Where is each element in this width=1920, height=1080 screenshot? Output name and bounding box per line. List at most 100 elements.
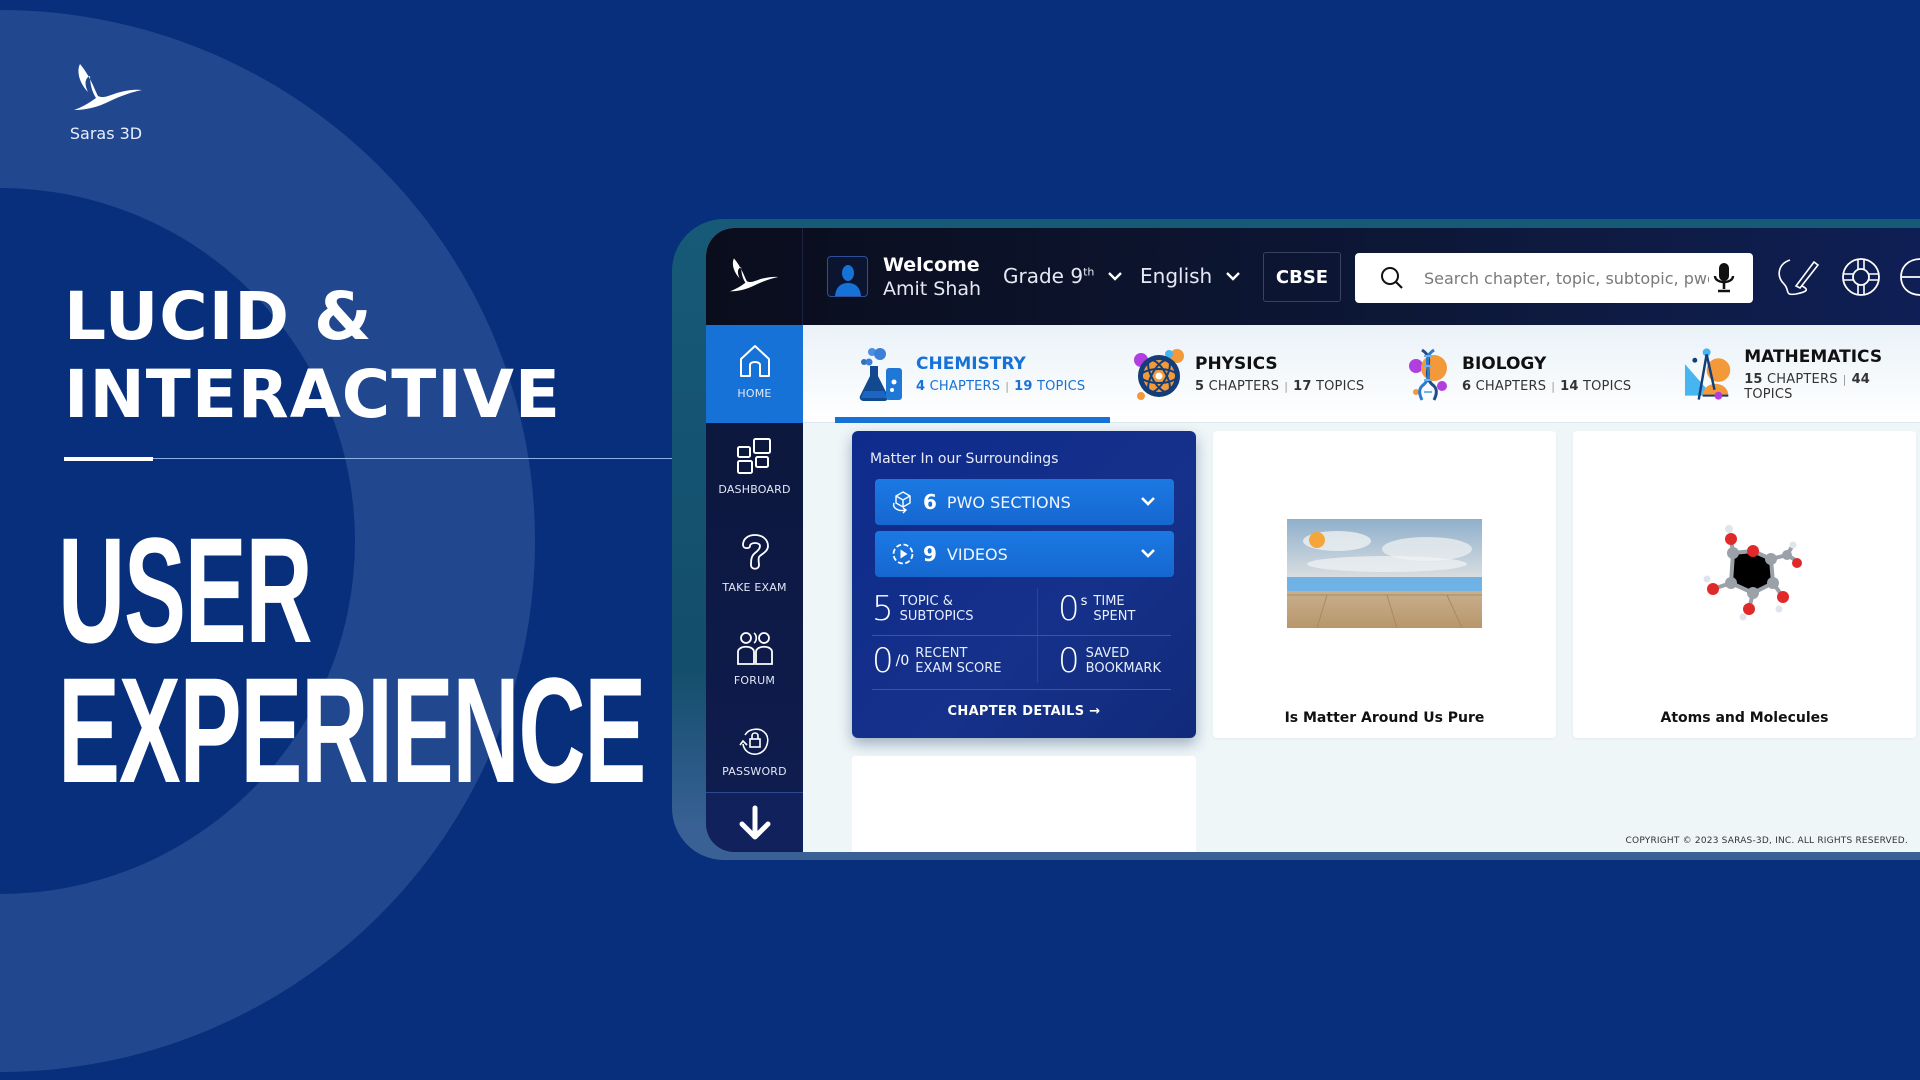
copyright-notice: COPYRIGHT © 2023 SARAS-3D, INC. ALL RIGH… — [1625, 836, 1908, 846]
stat-label-line-1: RECENT — [915, 646, 968, 661]
videos-label: VIDEOS — [946, 544, 1008, 564]
lock-reset-icon — [738, 728, 768, 755]
pwo-sections-dropdown[interactable]: 6 PWO SECTIONS — [875, 479, 1174, 525]
stat-value: 0 — [872, 641, 894, 681]
stat-topics: 5 TOPIC & SUBTOPICS — [872, 592, 974, 626]
lifebuoy-help-icon[interactable] — [1840, 256, 1882, 298]
home-icon — [739, 345, 770, 377]
question-icon — [741, 534, 769, 570]
tab-chemistry[interactable]: CHEMISTRY 4 CHAPTERS | 19 TOPICS — [858, 325, 1085, 423]
chapter-details-link[interactable]: CHAPTER DETAILS → — [852, 704, 1196, 719]
subject-name: BIOLOGY — [1462, 354, 1547, 374]
chapter-details-label: CHAPTER DETAILS — [947, 704, 1085, 719]
sidebar-item-forum[interactable]: FORUM — [706, 630, 803, 687]
stat-label-line-1: TOPIC & — [899, 594, 953, 609]
chevron-down-icon — [1108, 271, 1123, 281]
chapters-label: CHAPTERS — [1208, 379, 1280, 394]
search-input[interactable] — [1424, 268, 1709, 288]
stats-divider — [872, 635, 1171, 636]
globe-icon[interactable] — [1899, 256, 1920, 298]
ux-title-line-1: USER — [58, 506, 313, 674]
subject-meta: 15 CHAPTERS | 44 TOPICS — [1744, 372, 1920, 402]
topic-count: 17 — [1293, 379, 1312, 394]
user-icon — [834, 265, 861, 296]
grade-dropdown[interactable]: Grade 9th — [1003, 264, 1123, 288]
sidebar-scroll-down[interactable] — [706, 792, 803, 852]
ux-title-line-2: EXPERIENCE — [58, 646, 646, 814]
board-button[interactable]: CBSE — [1263, 252, 1341, 302]
chapter-title: Matter In our Surroundings — [870, 451, 1059, 467]
top-bar: Welcome Amit Shah Grade 9th English CBSE — [706, 228, 1920, 325]
biology-dna-icon — [1409, 348, 1447, 401]
videos-dropdown[interactable]: 9 VIDEOS — [875, 531, 1174, 577]
stat-label-line-1: SAVED — [1085, 646, 1130, 661]
stat-bookmarks: 0 SAVED BOOKMARK — [1058, 644, 1161, 678]
chapter-count: 15 — [1744, 371, 1763, 387]
subject-meta: 5 CHAPTERS | 17 TOPICS — [1195, 379, 1364, 394]
stat-label: TIME SPENT — [1093, 594, 1135, 624]
grade-suffix: th — [1083, 265, 1095, 279]
tab-biology[interactable]: BIOLOGY 6 CHAPTERS | 14 TOPICS — [1408, 325, 1631, 423]
brand-name: Saras 3D — [69, 124, 143, 143]
chapters-label: CHAPTERS — [1767, 371, 1838, 387]
app-logo[interactable] — [706, 228, 803, 325]
physics-atom-icon — [1134, 349, 1184, 400]
subject-name: PHYSICS — [1195, 354, 1278, 374]
stat-label-line-2: SPENT — [1093, 609, 1136, 624]
play-video-icon — [892, 543, 914, 565]
chapter-thumbnail-beach — [1287, 519, 1482, 628]
forum-icon — [736, 632, 773, 665]
sidebar-item-dashboard[interactable]: DASHBOARD — [706, 437, 803, 496]
pwo-count: 6 — [923, 490, 937, 514]
chapter-tile[interactable]: Atoms and Molecules — [1573, 431, 1916, 738]
language-dropdown[interactable]: English — [1140, 264, 1241, 288]
grade-label: Grade 9 — [1003, 264, 1084, 288]
stat-time-spent: 0 s TIME SPENT — [1058, 592, 1135, 626]
sidebar-item-password[interactable]: PASSWORD — [706, 725, 803, 778]
microphone-icon[interactable] — [1713, 262, 1735, 294]
chevron-down-icon — [1141, 549, 1155, 558]
stats-divider — [872, 689, 1171, 690]
tab-text: PHYSICS 5 CHAPTERS | 17 TOPICS — [1195, 354, 1364, 394]
separator: | — [1005, 380, 1010, 393]
separator: | — [1842, 372, 1847, 386]
sidebar-label: DASHBOARD — [718, 483, 791, 496]
app-screen: Welcome Amit Shah Grade 9th English CBSE — [706, 228, 1920, 852]
stat-denominator: /0 — [895, 653, 910, 669]
separator: | — [1284, 380, 1289, 393]
chapter-tile-title: Is Matter Around Us Pure — [1284, 710, 1485, 726]
topics-label: TOPICS — [1036, 379, 1086, 394]
headline-line-1: LUCID & — [64, 278, 373, 355]
video-count: 9 — [923, 542, 937, 566]
avatar[interactable] — [827, 256, 868, 297]
topic-count: 14 — [1560, 379, 1579, 394]
subject-meta: 6 CHAPTERS | 14 TOPICS — [1462, 379, 1631, 394]
stat-value: 0 — [1058, 589, 1080, 629]
tab-mathematics[interactable]: MATHEMATICS 15 CHAPTERS | 44 TOPICS — [1683, 325, 1920, 423]
grade-value: Grade 9th — [1003, 264, 1094, 288]
subject-name: MATHEMATICS — [1744, 346, 1883, 367]
chapter-tile[interactable]: Is Matter Around Us Pure — [1213, 431, 1556, 738]
search-icon[interactable] — [1380, 266, 1404, 290]
tab-physics[interactable]: PHYSICS 5 CHAPTERS | 17 TOPICS — [1133, 325, 1364, 423]
sidebar-item-home[interactable]: HOME — [706, 325, 803, 423]
subject-tabs: CHEMISTRY 4 CHAPTERS | 19 TOPICS PHYSICS 5… — [803, 325, 1920, 423]
stat-exam-score: 0 /0 RECENT EXAM SCORE — [872, 644, 1001, 678]
sidebar-item-take-exam[interactable]: TAKE EXAM — [706, 533, 803, 594]
pwo-label: PWO SECTIONS — [946, 492, 1071, 512]
sidebar-label: HOME — [737, 387, 772, 400]
stat-label-line-2: EXAM SCORE — [915, 661, 1002, 676]
search-box — [1355, 253, 1753, 303]
chapter-stats: 5 TOPIC & SUBTOPICS 0 s TIME SPENT 0 /0 RE… — [872, 586, 1171, 696]
tab-text: CHEMISTRY 4 CHAPTERS | 19 TOPICS — [916, 354, 1085, 394]
stat-label: SAVED BOOKMARK — [1086, 646, 1161, 676]
stat-label-line-2: SUBTOPICS — [899, 609, 974, 624]
chapter-tile-placeholder — [852, 756, 1196, 852]
draw-pen-icon[interactable] — [1776, 256, 1820, 298]
topic-count: 44 — [1851, 371, 1871, 387]
subject-name: CHEMISTRY — [916, 354, 1026, 374]
divider-line — [153, 458, 672, 459]
dashboard-icon — [736, 438, 771, 474]
user-name: Amit Shah — [883, 278, 982, 300]
stat-label-line-1: TIME — [1093, 594, 1125, 609]
